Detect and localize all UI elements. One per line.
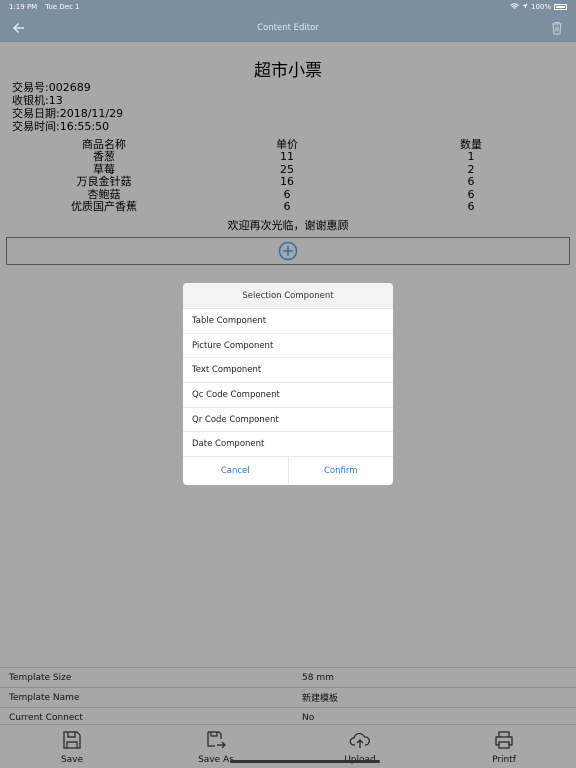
trash-icon[interactable]: [550, 20, 564, 36]
item-qty: 6: [467, 175, 475, 188]
template-name-row[interactable]: Template Name 新建模板: [0, 687, 576, 707]
item-qty: 1: [467, 150, 475, 163]
back-arrow-icon[interactable]: [11, 20, 27, 36]
item-name: 杏鲍菇: [87, 187, 121, 201]
current-connect-label: Current Connect: [9, 712, 83, 723]
receipt-title: 超市小票: [254, 61, 322, 81]
table-row: 杏鲍菇 6 6: [0, 187, 576, 201]
item-name: 香葱: [93, 150, 115, 163]
table-row: 万良金针菇 16 6: [0, 176, 576, 188]
add-component-button[interactable]: [6, 237, 570, 265]
item-qty: 6: [467, 200, 475, 213]
confirm-button[interactable]: Confirm: [287, 457, 394, 485]
template-name-value: 新建模板: [302, 694, 339, 704]
item-price: 25: [280, 162, 294, 176]
option-qr-code-component[interactable]: Qr Code Component: [183, 408, 393, 433]
template-settings: Template Size 58 mm Template Name 新建模板 C…: [0, 667, 576, 727]
status-bar: 1:19 PM Tue Dec 1 100%: [0, 0, 576, 14]
option-table-component[interactable]: Table Component: [183, 309, 393, 334]
cloud-upload-icon: [320, 729, 400, 751]
option-qc-code-component[interactable]: Qc Code Component: [183, 383, 393, 408]
option-picture-component[interactable]: Picture Component: [183, 334, 393, 359]
receipt-footer: 欢迎再次光临，谢谢惠顾: [227, 219, 349, 232]
item-qty: 6: [467, 187, 475, 201]
transaction-date: 交易日期:2018/11/29: [12, 107, 124, 120]
item-name: 万良金针菇: [76, 175, 132, 188]
item-name: 草莓: [93, 162, 115, 176]
transaction-time: 交易时间:16:55:50: [12, 120, 110, 133]
location-icon: [522, 3, 528, 11]
item-price: 11: [280, 150, 294, 163]
option-text-component[interactable]: Text Component: [183, 358, 393, 384]
option-date-component[interactable]: Date Component: [183, 432, 393, 458]
item-price: 6: [283, 200, 291, 213]
home-indicator: [230, 760, 380, 763]
template-size-label: Template Size: [9, 672, 72, 683]
item-price: 6: [283, 187, 291, 201]
status-time: 1:19 PM: [9, 3, 38, 11]
status-date: Tue Dec 1: [45, 3, 80, 11]
wifi-icon: [510, 2, 519, 12]
plus-circle-icon: [278, 241, 298, 261]
dialog-actions: Cancel Confirm: [183, 457, 394, 485]
print-label: Printf: [492, 755, 516, 765]
navigation-bar: Content Editor: [0, 14, 576, 42]
template-size-row[interactable]: Template Size 58 mm: [0, 667, 576, 687]
page-title: Content Editor: [257, 23, 319, 33]
item-price: 16: [280, 175, 294, 188]
item-qty: 2: [467, 162, 475, 176]
current-connect-value: No: [302, 712, 315, 723]
floppy-disk-icon: [32, 729, 112, 751]
table-row: 香葱 11 1: [0, 151, 576, 163]
cancel-button[interactable]: Cancel: [183, 457, 288, 484]
template-name-label: Template Name: [9, 692, 80, 703]
table-row: 优质国产香蕉 6 6: [0, 201, 576, 213]
battery-percent: 100%: [530, 3, 551, 11]
print-button[interactable]: Printf: [464, 729, 544, 765]
table-row: 草莓 25 2: [0, 162, 576, 176]
save-as-icon: [176, 729, 256, 751]
battery-icon: [554, 4, 567, 10]
item-name: 优质国产香蕉: [71, 200, 137, 213]
save-button[interactable]: Save: [32, 729, 112, 765]
printer-icon: [464, 729, 544, 751]
save-label: Save: [60, 755, 84, 765]
selection-component-dialog: Selection Component Table Component Pict…: [183, 283, 393, 485]
template-size-value: 58 mm: [302, 672, 334, 683]
cashier-number: 收银机:13: [12, 94, 63, 107]
dialog-title: Selection Component: [183, 283, 393, 309]
transaction-number: 交易号:002689: [12, 81, 91, 94]
